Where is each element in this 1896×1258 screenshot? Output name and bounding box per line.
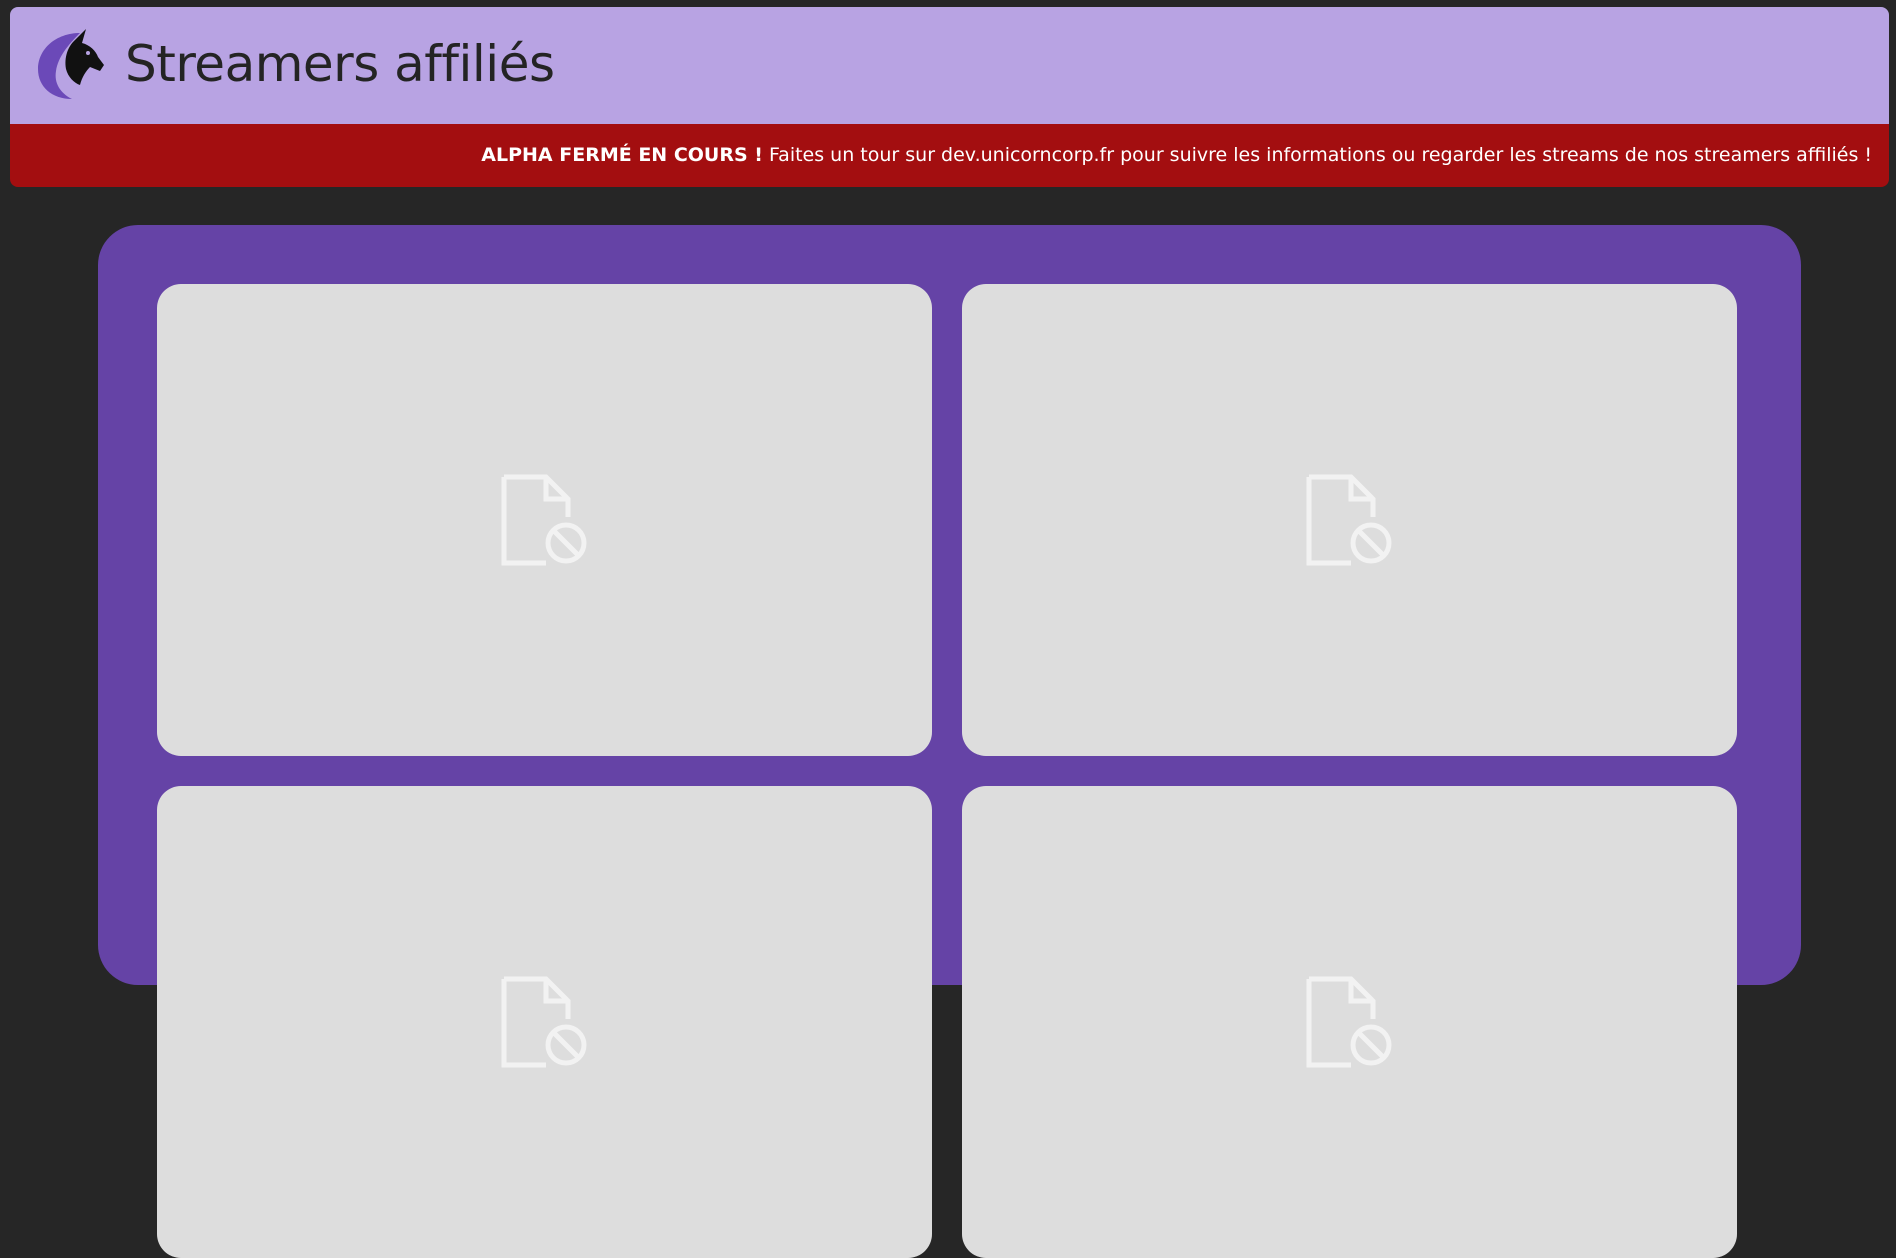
streamer-card[interactable] xyxy=(962,284,1737,756)
streamer-card[interactable] xyxy=(157,786,932,1258)
streamer-card[interactable] xyxy=(962,786,1737,1258)
broken-file-icon xyxy=(1306,976,1391,1068)
broken-file-icon xyxy=(501,976,586,1068)
notice-text: Faites un tour sur dev.unicorncorp.fr po… xyxy=(762,144,1872,166)
page-title: Streamers affiliés xyxy=(125,35,555,93)
alpha-notice-banner: ALPHA FERMÉ EN COURS ! Faites un tour su… xyxy=(10,124,1889,187)
site-header: Streamers affiliés xyxy=(10,7,1889,124)
streamers-panel xyxy=(98,225,1801,1258)
unicorn-logo-icon[interactable] xyxy=(30,25,106,103)
notice-strong-text: ALPHA FERMÉ EN COURS ! xyxy=(481,144,763,166)
broken-file-icon xyxy=(501,474,586,566)
streamer-card[interactable] xyxy=(157,284,932,756)
broken-file-icon xyxy=(1306,474,1391,566)
